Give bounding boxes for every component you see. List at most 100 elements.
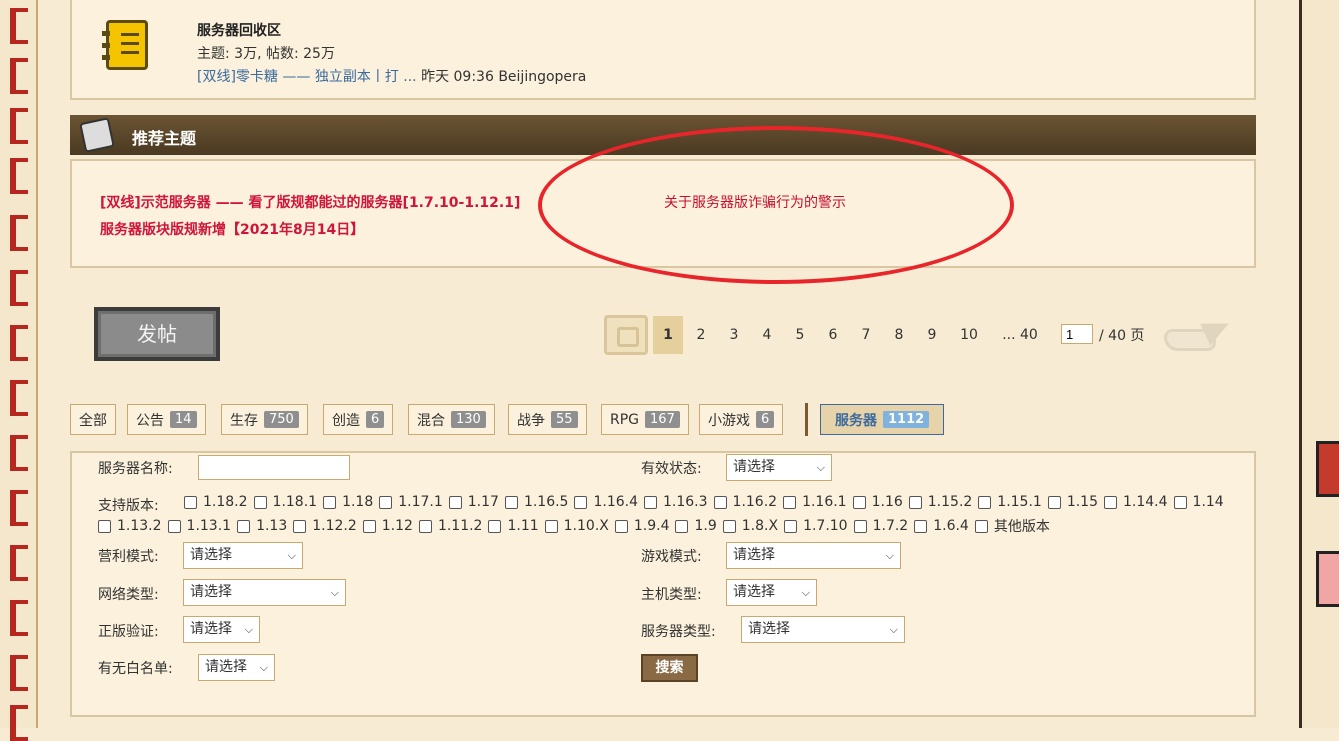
version-option[interactable]: 1.16 <box>849 494 905 510</box>
page-7[interactable]: 7 <box>857 316 875 354</box>
version-checkbox[interactable] <box>504 495 518 509</box>
profit-select[interactable]: 请选择 ⌵ <box>183 542 303 569</box>
server-type-select[interactable]: 请选择 ⌵ <box>741 616 905 643</box>
version-option[interactable]: 1.16.3 <box>640 494 710 510</box>
version-checkbox[interactable] <box>574 495 588 509</box>
whitelist-select[interactable]: 请选择 ⌵ <box>198 654 275 681</box>
version-option[interactable]: 1.16.2 <box>710 494 780 510</box>
version-checkbox[interactable] <box>914 519 928 533</box>
version-option[interactable]: 1.15.2 <box>905 494 975 510</box>
genuine-select[interactable]: 请选择 ⌵ <box>183 616 260 643</box>
version-checkbox[interactable] <box>362 519 376 533</box>
version-option[interactable]: 1.16.5 <box>501 494 571 510</box>
version-option[interactable]: 1.7.10 <box>780 518 850 534</box>
page-last[interactable]: ... 40 <box>999 316 1041 354</box>
version-checkbox[interactable] <box>237 519 251 533</box>
page-3[interactable]: 3 <box>725 316 743 354</box>
version-checkbox[interactable] <box>852 495 866 509</box>
version-option[interactable]: 1.7.2 <box>850 518 911 534</box>
version-option[interactable]: 1.9 <box>671 518 718 534</box>
next-page-icon[interactable] <box>1164 312 1234 357</box>
version-option[interactable]: 1.9.4 <box>611 518 672 534</box>
tab-rpg[interactable]: RPG 167 <box>601 404 689 435</box>
version-checkbox[interactable] <box>418 519 432 533</box>
version-option[interactable]: 1.11 <box>484 518 540 534</box>
version-option[interactable]: 1.12 <box>359 518 415 534</box>
version-option[interactable]: 1.10.X <box>541 518 611 534</box>
page-10[interactable]: 10 <box>956 316 982 354</box>
version-option[interactable]: 1.17 <box>445 494 501 510</box>
status-select[interactable]: 请选择 ⌵ <box>726 454 832 481</box>
version-option[interactable]: 1.16.1 <box>779 494 849 510</box>
version-option[interactable]: 1.12.2 <box>289 518 359 534</box>
version-checkbox[interactable] <box>293 519 307 533</box>
version-option[interactable]: 1.8.X <box>719 518 780 534</box>
version-checkbox[interactable] <box>614 519 628 533</box>
version-option[interactable]: 1.13.1 <box>164 518 234 534</box>
version-option[interactable]: 1.11.2 <box>415 518 485 534</box>
forum-title[interactable]: 服务器回收区 <box>197 20 281 40</box>
page-5[interactable]: 5 <box>791 316 809 354</box>
page-1[interactable]: 1 <box>653 316 683 354</box>
tab-minigame[interactable]: 小游戏 6 <box>699 404 784 435</box>
version-option[interactable]: 1.18.2 <box>180 494 250 510</box>
tab-pvp[interactable]: 战争 55 <box>508 404 587 435</box>
version-checkbox[interactable] <box>1173 495 1187 509</box>
version-checkbox[interactable] <box>379 495 393 509</box>
version-option[interactable]: 1.18 <box>319 494 375 510</box>
version-checkbox[interactable] <box>544 519 558 533</box>
new-post-button[interactable]: 发帖 <box>94 307 220 361</box>
version-checkbox[interactable] <box>488 519 502 533</box>
recommended-topic-2[interactable]: 服务器版块版规新增【2021年8月14日】 <box>100 219 364 239</box>
version-checkbox[interactable] <box>908 495 922 509</box>
version-option[interactable]: 其他版本 <box>971 516 1052 536</box>
version-checkbox[interactable] <box>253 495 267 509</box>
version-checkbox[interactable] <box>98 519 111 533</box>
version-option[interactable]: 1.15.1 <box>974 494 1044 510</box>
prev-page-icon[interactable] <box>604 315 648 355</box>
version-checkbox[interactable] <box>978 495 992 509</box>
tab-survival[interactable]: 生存 750 <box>221 404 308 435</box>
version-option[interactable]: 1.13.2 <box>94 518 164 534</box>
version-checkbox[interactable] <box>184 495 197 509</box>
version-checkbox[interactable] <box>323 495 337 509</box>
version-option[interactable]: 1.14.4 <box>1100 494 1170 510</box>
tab-creative[interactable]: 创造 6 <box>323 404 394 435</box>
last-post-link[interactable]: [双线]零卡糖 —— 独立副本丨打 ... <box>197 69 417 85</box>
network-select[interactable]: 请选择 ⌵ <box>183 579 346 606</box>
version-checkbox[interactable] <box>853 519 867 533</box>
version-checkbox[interactable] <box>1104 495 1117 509</box>
version-checkbox[interactable] <box>783 495 797 509</box>
version-checkbox[interactable] <box>644 495 657 509</box>
version-option[interactable]: 1.14 <box>1170 494 1226 510</box>
search-button[interactable]: 搜索 <box>641 654 698 682</box>
tab-server[interactable]: 服务器 1112 <box>820 404 945 435</box>
version-checkbox[interactable] <box>784 519 798 533</box>
side-tab-red[interactable] <box>1316 441 1339 497</box>
version-checkbox[interactable] <box>1047 495 1061 509</box>
version-option[interactable]: 1.15 <box>1044 494 1100 510</box>
version-checkbox[interactable] <box>675 519 689 533</box>
page-9[interactable]: 9 <box>923 316 941 354</box>
page-8[interactable]: 8 <box>890 316 908 354</box>
page-jump-input[interactable] <box>1061 324 1093 344</box>
version-checkbox[interactable] <box>448 495 462 509</box>
version-option[interactable]: 1.13 <box>233 518 289 534</box>
version-checkbox[interactable] <box>713 495 727 509</box>
host-select[interactable]: 请选择 ⌵ <box>726 579 817 606</box>
version-checkbox[interactable] <box>722 519 736 533</box>
server-name-input[interactable] <box>198 455 350 480</box>
page-2[interactable]: 2 <box>692 316 710 354</box>
recommended-topic-1[interactable]: [双线]示范服务器 —— 看了版规都能过的服务器[1.7.10-1.12.1] <box>100 192 520 212</box>
version-option[interactable]: 1.18.1 <box>250 494 320 510</box>
tab-announcement[interactable]: 公告 14 <box>127 404 206 435</box>
version-checkbox[interactable] <box>974 519 988 533</box>
version-option[interactable]: 1.16.4 <box>570 494 640 510</box>
page-4[interactable]: 4 <box>758 316 776 354</box>
side-tab-pink[interactable] <box>1316 551 1339 607</box>
page-6[interactable]: 6 <box>824 316 842 354</box>
version-option[interactable]: 1.17.1 <box>375 494 445 510</box>
tab-all[interactable]: 全部 <box>70 404 116 435</box>
tab-mixed[interactable]: 混合 130 <box>408 404 495 435</box>
version-option[interactable]: 1.6.4 <box>910 518 971 534</box>
